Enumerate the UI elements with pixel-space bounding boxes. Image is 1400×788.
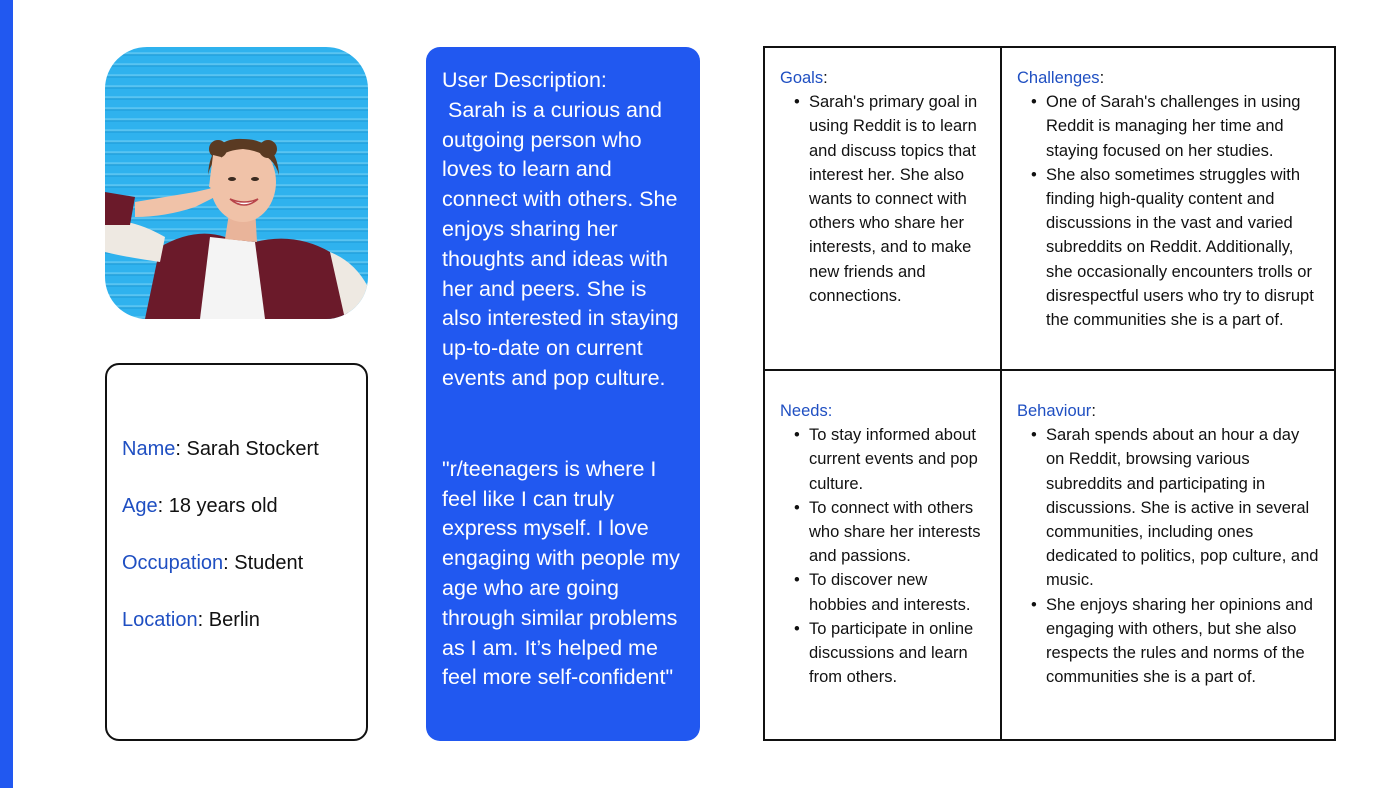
- needs-title: Needs:: [780, 402, 833, 420]
- needs-list: To stay informed about current events an…: [794, 423, 986, 689]
- profile-age: Age: 18 years old: [122, 494, 366, 518]
- behaviour-section: Behaviour: Sarah spends about an hour a …: [1002, 371, 1334, 739]
- profile-location: Location: Berlin: [122, 608, 366, 632]
- occupation-value: : Student: [223, 552, 304, 574]
- age-label: Age: [122, 495, 158, 517]
- persona-grid: Goals: Sarah's primary goal in using Red…: [763, 46, 1336, 741]
- list-item: To participate in online discussions and…: [794, 617, 986, 690]
- challenges-title: Challenges: [1017, 69, 1100, 87]
- challenges-colon: :: [1099, 69, 1105, 87]
- challenges-list: One of Sarah's challenges in using Reddi…: [1031, 90, 1320, 332]
- user-description-text: User Description: Sarah is a curious and…: [442, 68, 679, 390]
- name-value: : Sarah Stockert: [175, 438, 319, 460]
- list-item: One of Sarah's challenges in using Reddi…: [1031, 90, 1320, 163]
- user-quote: "r/teenagers is where I feel like I can …: [442, 456, 686, 690]
- list-item: Sarah's primary goal in using Reddit is …: [794, 90, 986, 308]
- challenges-section: Challenges: One of Sarah's challenges in…: [1002, 48, 1334, 371]
- persona-illustration: [105, 138, 368, 319]
- goals-heading: Goals:: [780, 66, 986, 90]
- occupation-label: Occupation: [122, 552, 224, 574]
- location-value: : Berlin: [197, 609, 260, 631]
- needs-heading: Needs:: [780, 399, 986, 423]
- goals-section: Goals: Sarah's primary goal in using Red…: [765, 48, 1002, 371]
- goals-list: Sarah's primary goal in using Reddit is …: [794, 90, 986, 308]
- list-item: She also sometimes struggles with findin…: [1031, 163, 1320, 332]
- user-description-card: User Description: Sarah is a curious and…: [426, 47, 700, 741]
- list-item: To discover new hobbies and interests.: [794, 568, 986, 616]
- profile-occupation: Occupation: Student: [122, 551, 366, 575]
- location-label: Location: [122, 609, 198, 631]
- profile-name: Name: Sarah Stockert: [122, 437, 366, 461]
- list-item: To stay informed about current events an…: [794, 423, 986, 496]
- list-item: She enjoys sharing her opinions and enga…: [1031, 593, 1320, 690]
- profile-info-card: Name: Sarah Stockert Age: 18 years old O…: [105, 363, 368, 741]
- goals-colon: :: [823, 69, 828, 87]
- accent-sidebar-bar: [0, 0, 13, 788]
- challenges-heading: Challenges:: [1017, 66, 1320, 90]
- list-item: To connect with others who share her int…: [794, 496, 986, 569]
- behaviour-title: Behaviour: [1017, 402, 1092, 420]
- goals-title: Goals: [780, 69, 824, 87]
- age-value: : 18 years old: [157, 495, 278, 517]
- needs-section: Needs: To stay informed about current ev…: [765, 371, 1002, 739]
- behaviour-heading: Behaviour:: [1017, 399, 1320, 423]
- list-item: Sarah spends about an hour a day on Redd…: [1031, 423, 1320, 592]
- name-label: Name: [122, 438, 176, 460]
- persona-photo: [105, 47, 368, 319]
- behaviour-list: Sarah spends about an hour a day on Redd…: [1031, 423, 1320, 689]
- behaviour-colon: :: [1091, 402, 1096, 420]
